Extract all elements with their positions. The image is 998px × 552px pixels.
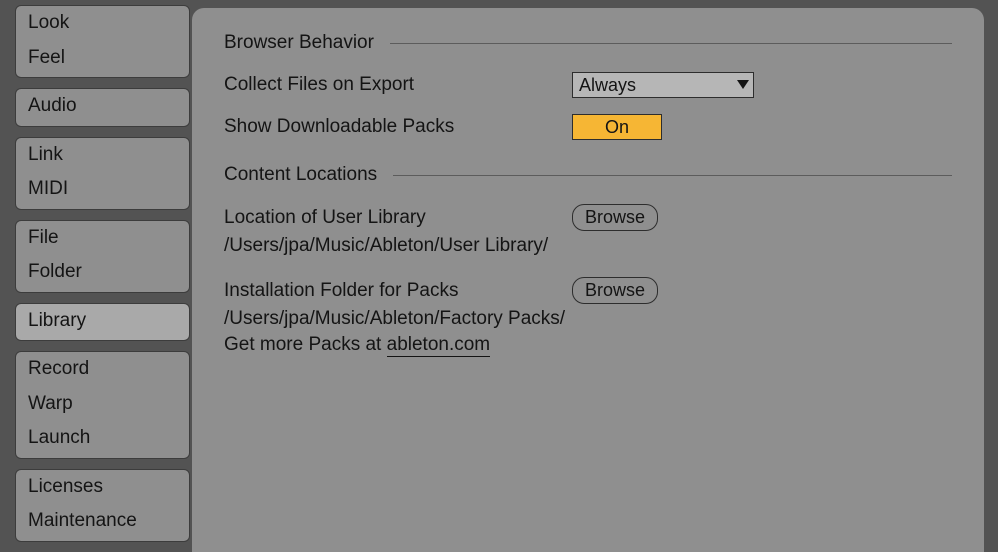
section-rule [390, 43, 952, 44]
tab-audio[interactable]: Audio [16, 89, 189, 126]
row-show-downloadable-packs: Show Downloadable Packs On [224, 114, 952, 140]
toggle-value: On [605, 117, 629, 138]
tab-folder[interactable]: Folder [16, 255, 189, 292]
tab-maintenance[interactable]: Maintenance [16, 504, 189, 541]
tab-library[interactable]: Library [16, 304, 189, 341]
tab-group[interactable]: RecordWarpLaunch [15, 351, 190, 459]
more-packs-prefix: Get more Packs at [224, 334, 387, 355]
section-header-browser-behavior: Browser Behavior [224, 32, 952, 54]
chevron-down-icon [733, 73, 753, 97]
tab-record[interactable]: Record [16, 352, 189, 387]
label-show-downloadable-packs: Show Downloadable Packs [224, 116, 572, 138]
toggle-show-downloadable-packs[interactable]: On [572, 114, 662, 140]
get-more-packs-line: Get more Packs at ableton.com [224, 334, 952, 356]
section-header-content-locations: Content Locations [224, 164, 952, 186]
label-user-library: Location of User Library [224, 207, 572, 229]
tab-group[interactable]: Audio [15, 88, 190, 127]
tab-group[interactable]: FileFolder [15, 220, 190, 293]
preferences-tab-sidebar: LookFeel Audio LinkMIDI FileFolder Library Re… [0, 0, 190, 552]
ableton-link[interactable]: ableton.com [387, 334, 491, 357]
tab-group[interactable]: Library [15, 303, 190, 342]
label-packs-folder: Installation Folder for Packs [224, 280, 572, 302]
tab-launch[interactable]: Launch [16, 421, 189, 458]
tab-feel[interactable]: Feel [16, 41, 189, 78]
setting-packs-installation-folder: Installation Folder for Packs Browse /Us… [224, 277, 952, 330]
tab-midi[interactable]: MIDI [16, 172, 189, 209]
path-packs-folder: /Users/jpa/Music/Ableton/Factory Packs/ [224, 308, 952, 330]
path-user-library: /Users/jpa/Music/Ableton/User Library/ [224, 235, 952, 257]
dropdown-value: Always [573, 75, 733, 96]
setting-user-library-location: Location of User Library Browse /Users/j… [224, 204, 952, 257]
section-rule [393, 175, 952, 176]
browse-button-label: Browse [585, 280, 645, 301]
dropdown-collect-files[interactable]: Always [572, 72, 754, 98]
tab-link[interactable]: Link [16, 138, 189, 173]
row-collect-files: Collect Files on Export Always [224, 72, 952, 98]
tab-group[interactable]: LinkMIDI [15, 137, 190, 210]
browse-user-library-button[interactable]: Browse [572, 204, 658, 231]
browse-button-label: Browse [585, 207, 645, 228]
tab-file[interactable]: File [16, 221, 189, 256]
label-collect-files: Collect Files on Export [224, 74, 572, 96]
tab-warp[interactable]: Warp [16, 387, 189, 422]
section-title: Browser Behavior [224, 32, 390, 54]
tab-group[interactable]: LookFeel [15, 5, 190, 78]
preferences-main-panel: Browser Behavior Collect Files on Export… [192, 8, 984, 552]
browse-packs-folder-button[interactable]: Browse [572, 277, 658, 304]
tab-look[interactable]: Look [16, 6, 189, 41]
section-title: Content Locations [224, 164, 393, 186]
tab-group[interactable]: LicensesMaintenance [15, 469, 190, 542]
tab-licenses[interactable]: Licenses [16, 470, 189, 505]
